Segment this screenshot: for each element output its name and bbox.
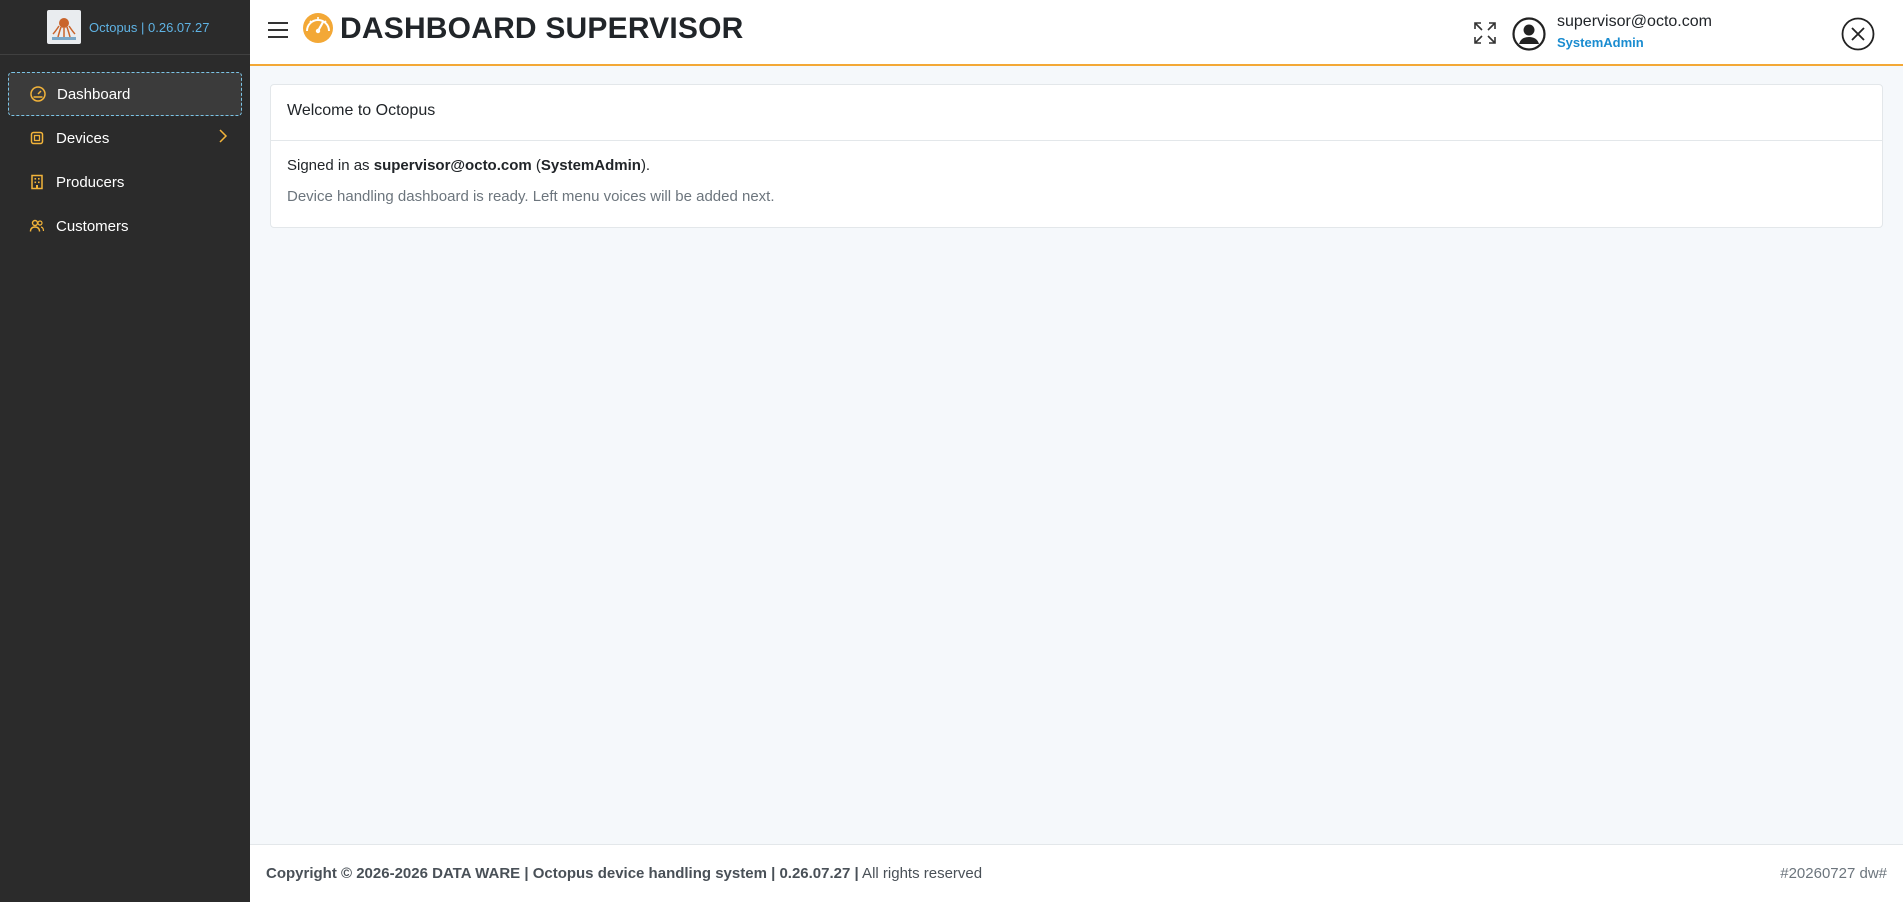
card-body: Signed in as supervisor@octo.com (System…	[271, 141, 1882, 221]
close-icon[interactable]	[1841, 17, 1875, 51]
brand-text: Octopus | 0.26.07.27	[89, 19, 210, 35]
footer: Copyright © 2026-2026 DATA WARE | Octopu…	[250, 844, 1903, 902]
speedometer-icon	[302, 12, 334, 44]
sidebar-item-customers[interactable]: Customers	[8, 206, 242, 246]
signed-open: (	[531, 157, 541, 174]
top-header: DASHBOARD SUPERVISOR supervisor@octo.com…	[250, 0, 1903, 66]
brand[interactable]: Octopus | 0.26.07.27	[0, 0, 250, 55]
chip-icon	[28, 129, 46, 147]
signed-close: ).	[640, 157, 651, 174]
build-id: #20260727 dw#	[1780, 865, 1887, 882]
sidebar: Octopus | 0.26.07.27 Dashboard Devices P…	[0, 0, 250, 902]
user-role[interactable]: SystemAdmin	[1557, 35, 1644, 50]
user-email: supervisor@octo.com	[1557, 13, 1712, 30]
hamburger-menu-icon[interactable]	[267, 19, 289, 41]
dashboard-note: Device handling dashboard is ready. Left…	[287, 188, 775, 205]
rights-text: All rights reserved	[858, 865, 983, 882]
sidebar-item-producers[interactable]: Producers	[8, 162, 242, 202]
sidebar-item-dashboard[interactable]: Dashboard	[8, 72, 242, 116]
dashboard-gauge-icon	[29, 85, 47, 103]
card-title: Welcome to Octopus	[271, 85, 1882, 141]
octopus-logo-icon	[47, 10, 81, 44]
sidebar-item-label: Producers	[56, 173, 125, 191]
page-title: DASHBOARD SUPERVISOR	[340, 12, 744, 45]
sidebar-nav: Dashboard Devices Producers Customers	[0, 55, 250, 246]
signed-role: SystemAdmin	[540, 157, 641, 174]
user-avatar-icon[interactable]	[1512, 17, 1546, 51]
sidebar-item-label: Dashboard	[57, 85, 131, 103]
chevron-right-icon	[218, 129, 228, 147]
sidebar-item-label: Customers	[56, 217, 129, 235]
users-icon	[28, 217, 46, 235]
footer-copyright: Copyright © 2026-2026 DATA WARE | Octopu…	[266, 865, 982, 882]
signed-email: supervisor@octo.com	[373, 157, 532, 174]
welcome-card: Welcome to Octopus Signed in as supervis…	[270, 84, 1883, 228]
sidebar-item-devices[interactable]: Devices	[8, 118, 242, 158]
sidebar-item-label: Devices	[56, 129, 110, 147]
signed-in-text: Signed in as supervisor@octo.com (System…	[287, 157, 1866, 174]
copyright-text: Copyright © 2026-2026 DATA WARE | Octopu…	[266, 865, 859, 882]
fullscreen-expand-icon[interactable]	[1471, 19, 1499, 47]
signed-prefix: Signed in as	[287, 157, 374, 174]
building-icon	[28, 173, 46, 191]
